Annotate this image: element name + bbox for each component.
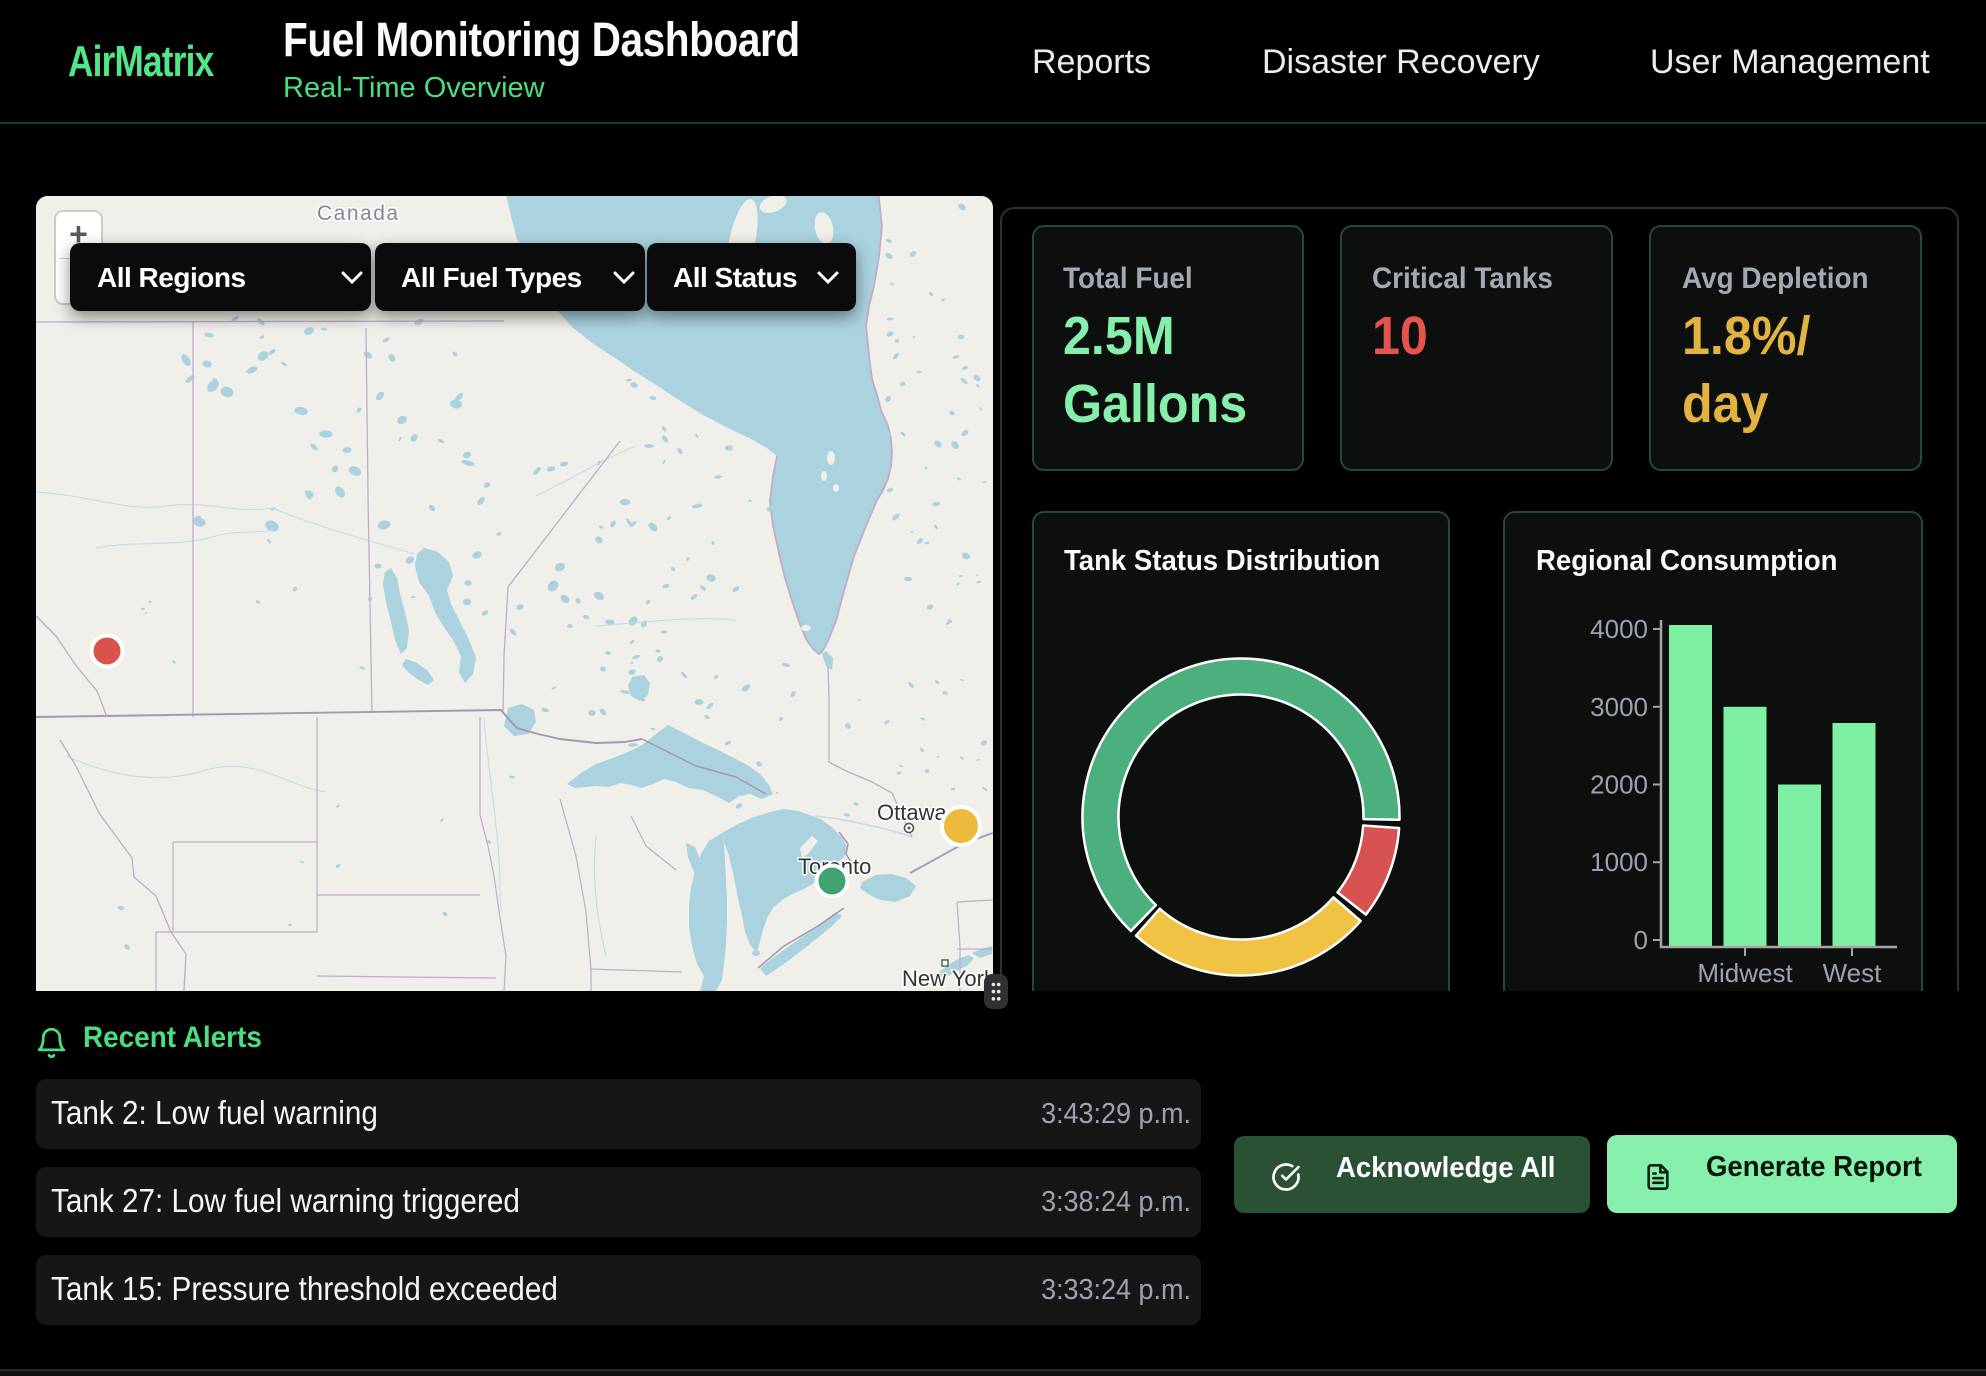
svg-text:New York: New York	[902, 966, 993, 991]
svg-text:Ottawa: Ottawa	[877, 800, 947, 825]
svg-text:0: 0	[1634, 925, 1648, 955]
svg-text:3000: 3000	[1590, 692, 1648, 722]
svg-text:1000: 1000	[1590, 847, 1648, 877]
svg-text:Midwest: Midwest	[1697, 958, 1793, 988]
svg-text:Canada: Canada	[317, 202, 400, 225]
svg-text:2000: 2000	[1590, 770, 1648, 800]
svg-text:West: West	[1823, 958, 1883, 988]
svg-text:4000: 4000	[1590, 614, 1648, 644]
